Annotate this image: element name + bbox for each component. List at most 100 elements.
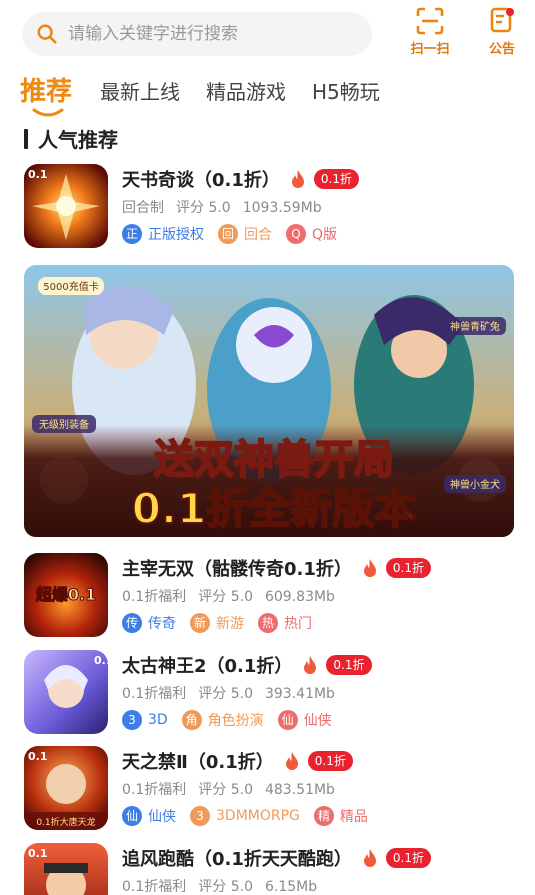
- banner-badge-left: 无级别装备: [39, 418, 89, 431]
- section-marker: [24, 128, 28, 149]
- notice-icon: [490, 7, 514, 33]
- game-rating: 评分 5.0: [198, 782, 253, 798]
- tag-icon: 正: [122, 224, 142, 244]
- tag-item: 正正版授权: [122, 224, 204, 244]
- scan-label: 扫一扫: [410, 42, 450, 57]
- hot-fire-icon: [291, 170, 304, 188]
- icon-corner-text: 0.1: [28, 750, 48, 763]
- game-icon-2: 超爆0.1: [24, 553, 108, 637]
- game-icon-1: 0.1: [24, 164, 108, 248]
- discount-badge: 0.1折: [313, 169, 359, 189]
- game-row-2[interactable]: 超爆0.1 主宰无双（骷髅传奇0.1折） 0.1折 0.1折福利 评分 5.0 60…: [24, 553, 514, 637]
- category-tabs: 推荐 最新上线 精品游戏 H5畅玩: [20, 70, 406, 117]
- game-size: 6.15Mb: [264, 879, 318, 895]
- tag-item: 3 3D: [122, 710, 168, 730]
- active-tab-indicator: [32, 108, 64, 117]
- tag-item: 热热门: [258, 613, 312, 633]
- game-row-3[interactable]: 0.1 太古神王2（0.1折） 0.1折 0.1折福利评分 5.0 393.41M…: [24, 650, 514, 734]
- game-category: 0.1折福利: [122, 879, 187, 895]
- search-icon: [37, 24, 57, 44]
- tag-icon: 新: [190, 613, 210, 633]
- scan-icon: [416, 7, 444, 35]
- banner-badge-right-top: 神兽青矿兔: [450, 320, 500, 333]
- game-category: 回合制: [122, 200, 164, 216]
- icon-bottom-text: 0.1折大唐天龙: [36, 816, 95, 828]
- game-name: 追风跑酷（0.1折天天酷跑）: [122, 849, 352, 870]
- game-name: 主宰无双（骷髅传奇0.1折）: [122, 559, 352, 580]
- tag-icon: 角: [181, 710, 202, 730]
- game-tags: 正正版授权 回回合 Q Q版: [122, 224, 351, 244]
- icon-text: 超爆0.1: [35, 585, 96, 604]
- game-name: 太古神王2（0.1折）: [122, 656, 293, 677]
- game-tags: 仙仙侠 3 3DMMORPG 精精品: [122, 806, 382, 826]
- banner-headline: 送双神兽开局: [154, 437, 394, 483]
- icon-corner-text: 0.1: [28, 847, 48, 860]
- icon-corner-text: 0.1: [28, 168, 48, 181]
- discount-badge: 0.1折: [307, 751, 353, 771]
- tag-item: 仙仙侠: [122, 806, 176, 826]
- tag-icon: 回: [218, 224, 238, 244]
- game-meta: 回合制 评分 5.0 1093.59Mb: [122, 197, 334, 217]
- game-name-wrap: 太古神王2（0.1折） 0.1折: [122, 652, 372, 678]
- section-header: 人气推荐: [24, 124, 118, 153]
- hot-fire-icon: [285, 752, 298, 770]
- game-rating: 评分 5.0: [176, 200, 231, 216]
- tag-icon: 仙: [277, 710, 298, 730]
- banner-subline: 0.1折全新版本: [132, 484, 416, 533]
- game-name: 天之禁Ⅱ（0.1折）: [122, 752, 274, 773]
- tab-featured-games[interactable]: 精品游戏: [206, 74, 286, 110]
- hot-fire-icon: [304, 656, 317, 674]
- tag-item: Q Q版: [286, 224, 337, 244]
- promo-banner[interactable]: 5000充值卡 无级别装备 神兽青矿兔 神兽小金犬 送双神兽开局 0.1折全新版…: [24, 265, 514, 537]
- game-category: 0.1折福利: [122, 782, 187, 798]
- tab-latest[interactable]: 最新上线: [100, 74, 180, 110]
- tab-h5-play[interactable]: H5畅玩: [312, 74, 380, 110]
- banner-badge-card: 5000充值卡: [43, 280, 98, 293]
- game-name-wrap: 天之禁Ⅱ（0.1折） 0.1折: [122, 748, 353, 774]
- tag-item: 角角色扮演: [181, 710, 264, 730]
- tag-icon: 仙: [122, 806, 142, 826]
- icon-corner-text: 0.1: [94, 654, 108, 667]
- tag-icon: 3: [190, 806, 210, 826]
- game-row-5[interactable]: 0.1 追风跑酷（0.1折天天酷跑） 0.1折 0.1折福利 评分 5.0 6.15…: [24, 843, 514, 895]
- hot-fire-icon: [363, 849, 376, 867]
- game-meta: 0.1折福利 评分 5.0 609.83Mb: [122, 586, 347, 606]
- game-rating: 评分 5.0: [198, 879, 253, 895]
- scan-button[interactable]: 扫一扫: [404, 6, 456, 60]
- search-bar[interactable]: [22, 12, 372, 56]
- tag-item: 仙仙侠: [277, 710, 332, 730]
- game-rating: 评分 5.0: [198, 589, 253, 605]
- game-row-4[interactable]: 0.1折大唐天龙 0.1 天之禁Ⅱ（0.1折） 0.1折 0.1折福利 评分 5.…: [24, 746, 514, 830]
- game-meta: 0.1折福利 评分 5.0 393.41Mb: [122, 683, 347, 703]
- discount-badge: 0.1折: [385, 558, 431, 578]
- game-size: 1093.59Mb: [242, 200, 322, 216]
- game-tags: 3 3D 角角色扮演 仙仙侠: [122, 710, 346, 730]
- tab-recommend[interactable]: 推荐: [20, 74, 72, 117]
- search-input[interactable]: [68, 24, 338, 44]
- game-row-1[interactable]: 0.1 天书奇谈（0.1折） 0.1折 回合制 评分 5.0 1093.59Mb 正…: [24, 164, 514, 248]
- game-icon-3: 0.1: [24, 650, 108, 734]
- discount-badge: 0.1折: [385, 848, 431, 868]
- tag-icon: 精: [313, 806, 334, 826]
- tag-item: 传传奇: [122, 613, 176, 633]
- game-category: 0.1折福利: [122, 686, 187, 702]
- tag-icon: Q: [286, 224, 306, 244]
- game-size: 483.51Mb: [264, 782, 335, 798]
- game-name-wrap: 追风跑酷（0.1折天天酷跑） 0.1折: [122, 845, 431, 871]
- game-icon-5: 0.1: [24, 843, 108, 895]
- game-meta: 0.1折福利 评分 5.0 483.51Mb: [122, 779, 347, 799]
- tag-item: 新新游: [190, 613, 244, 633]
- game-name-wrap: 主宰无双（骷髅传奇0.1折） 0.1折: [122, 555, 431, 581]
- game-tags: 传传奇 新新游 热热门: [122, 613, 326, 633]
- game-rating: 评分 5.0: [198, 686, 253, 702]
- discount-badge: 0.1折: [326, 655, 372, 675]
- notice-button[interactable]: 公告: [476, 6, 528, 60]
- game-name-wrap: 天书奇谈（0.1折） 0.1折: [122, 166, 359, 192]
- tag-icon: 3: [122, 710, 142, 730]
- game-name: 天书奇谈（0.1折）: [122, 170, 280, 191]
- tag-icon: 传: [122, 613, 142, 633]
- section-title: 人气推荐: [38, 128, 118, 152]
- game-category: 0.1折福利: [122, 589, 187, 605]
- tag-icon: 热: [258, 613, 278, 633]
- tag-item: 3 3DMMORPG: [190, 806, 300, 826]
